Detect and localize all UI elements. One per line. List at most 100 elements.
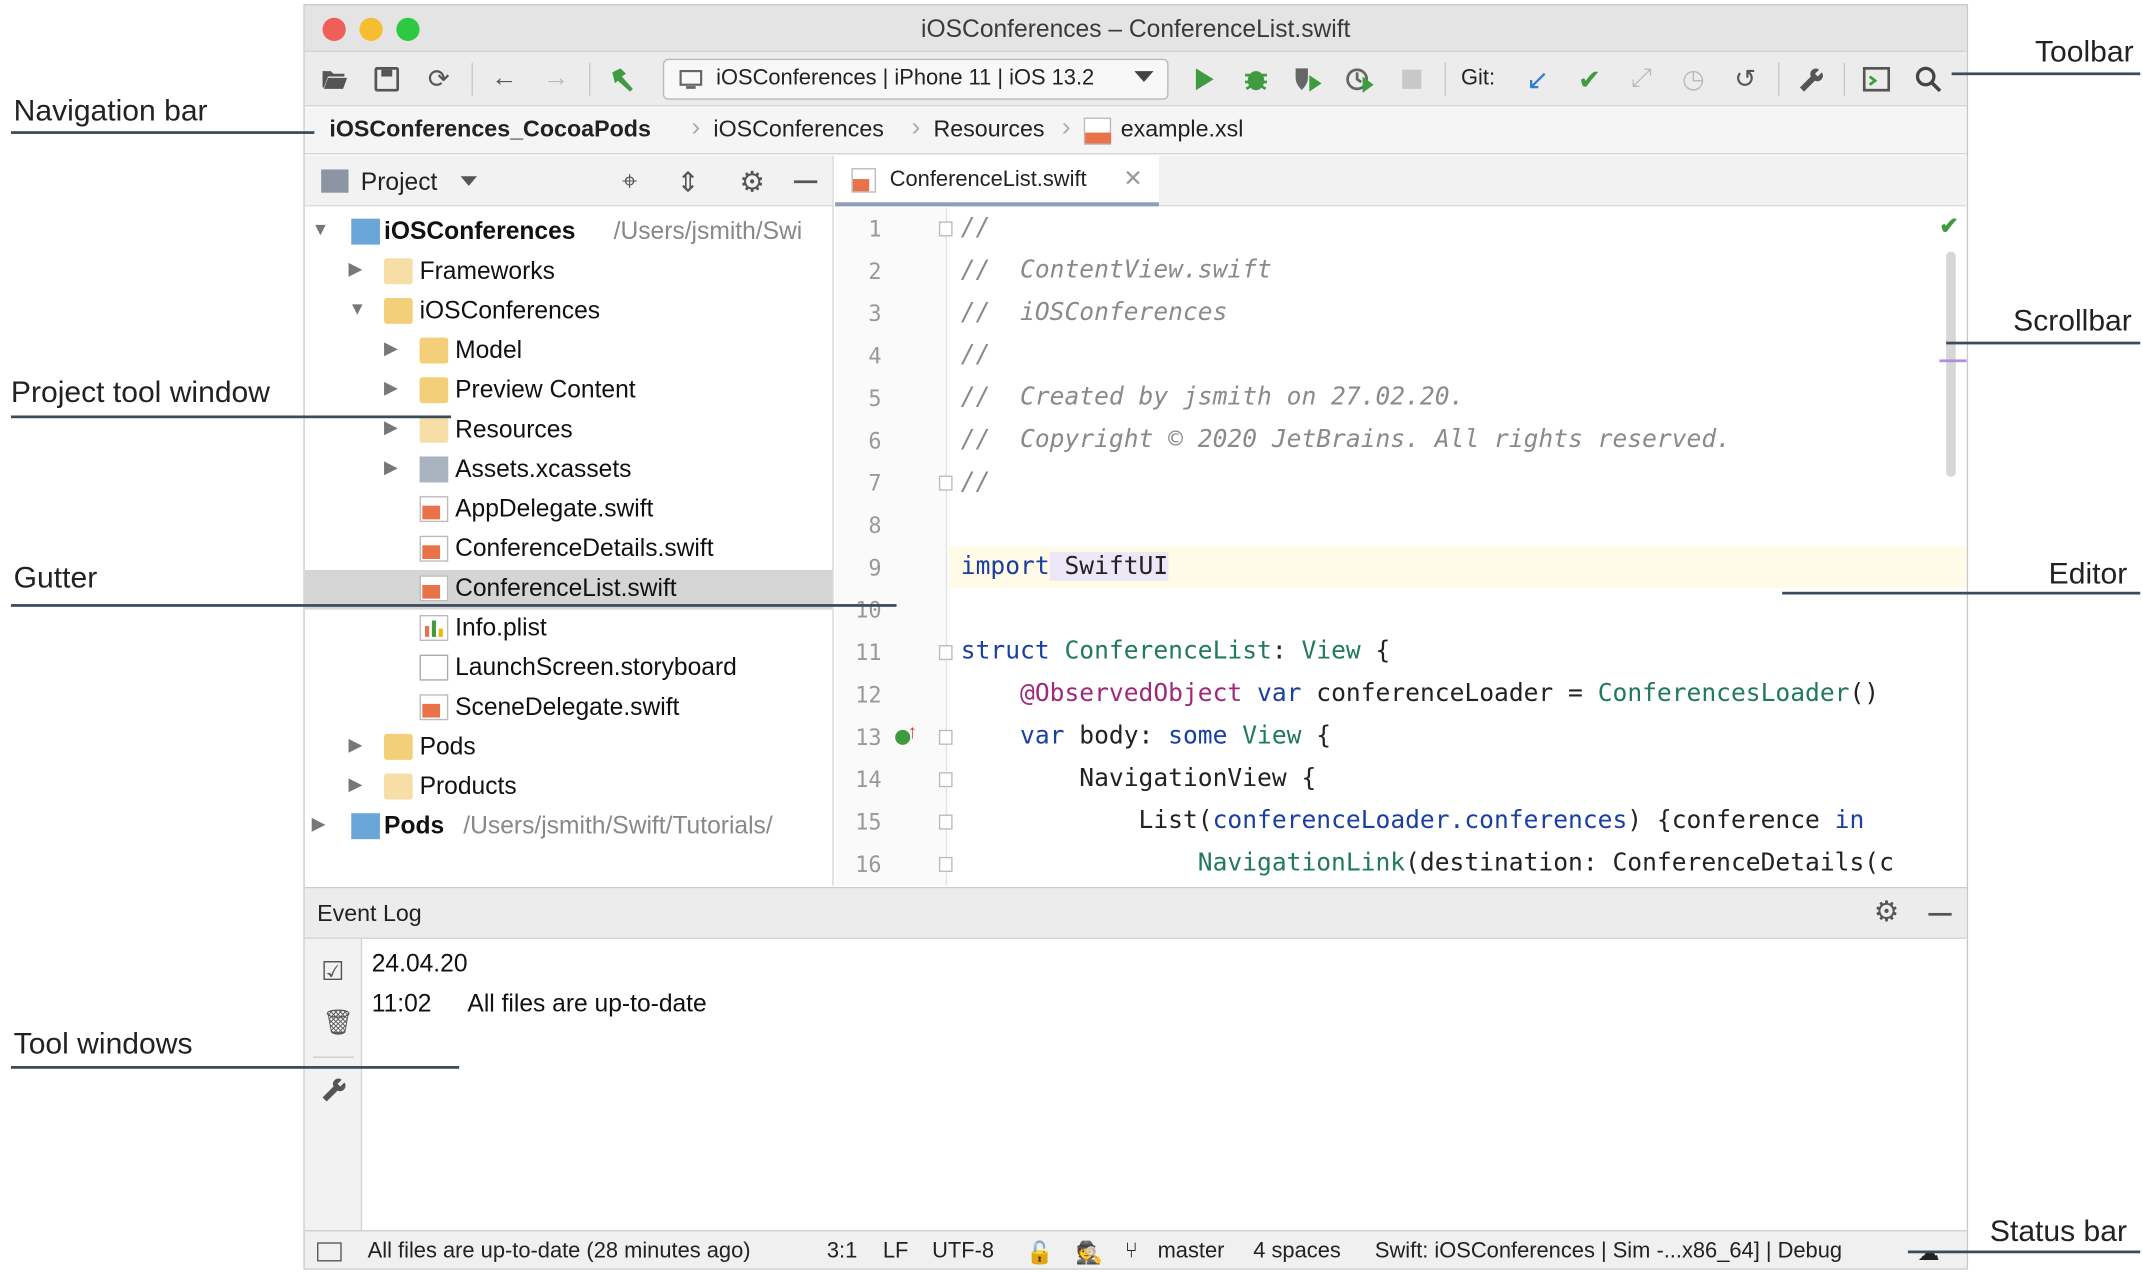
- fold-marker-icon[interactable]: [938, 814, 953, 830]
- code-line: NavigationView {: [960, 763, 1317, 793]
- navigation-bar: iOSConferences_CocoaPods › iOSConference…: [304, 107, 1967, 155]
- tree-item[interactable]: Info.plist: [305, 610, 833, 650]
- code-line: // ContentView.swift: [960, 255, 1272, 285]
- forward-icon[interactable]: →: [540, 63, 573, 96]
- debug-icon[interactable]: [1240, 63, 1273, 96]
- search-icon[interactable]: [1912, 63, 1945, 96]
- tree-item[interactable]: ▶ Model: [305, 332, 833, 372]
- folder-icon: [419, 416, 449, 443]
- line-number: 14: [855, 766, 882, 793]
- tree-item[interactable]: ▶ Pods: [305, 728, 833, 768]
- tree-item[interactable]: ConferenceDetails.swift: [305, 530, 833, 570]
- back-icon[interactable]: ←: [488, 63, 521, 96]
- status-message[interactable]: All files are up-to-date (28 minutes ago…: [368, 1240, 751, 1265]
- chevron-down-icon[interactable]: [460, 176, 477, 186]
- fold-marker-icon[interactable]: [938, 729, 953, 745]
- tree-item[interactable]: ▶ Assets.xcassets: [305, 451, 833, 491]
- terminal-icon[interactable]: [1860, 63, 1893, 96]
- inspection-ok-icon[interactable]: ✔: [1939, 213, 1958, 240]
- line-number: 7: [868, 470, 882, 497]
- tree-item[interactable]: ▶ Preview Content: [305, 372, 833, 412]
- screenshot-stage: iOSConferences – ConferenceList.swift ⟳ …: [0, 0, 2143, 1272]
- callout-line: [1946, 341, 2141, 345]
- event-log-tool-window: Event Log ⚙ ☑ 🗑 24.04.20 11:02 All files…: [304, 886, 1967, 1232]
- line-separator[interactable]: LF: [883, 1240, 909, 1265]
- gear-icon[interactable]: ⚙: [1874, 895, 1900, 929]
- profile-icon[interactable]: [1343, 63, 1376, 96]
- expanded-arrow-icon: ▼: [348, 297, 367, 319]
- tree-item[interactable]: LaunchScreen.storyboard: [305, 649, 833, 689]
- code-token: :: [1271, 636, 1302, 666]
- rollback-icon[interactable]: ↺: [1729, 63, 1762, 96]
- fold-marker-icon[interactable]: [938, 645, 953, 661]
- breadcrumb-file[interactable]: example.xsl: [1121, 116, 1244, 143]
- mark-read-icon[interactable]: ☑: [321, 957, 344, 988]
- file-encoding[interactable]: UTF-8: [932, 1240, 994, 1265]
- collapse-all-icon[interactable]: ⇕: [677, 165, 700, 199]
- open-folder-icon[interactable]: [318, 63, 351, 96]
- hide-icon[interactable]: [1928, 912, 1952, 916]
- event-date: 24.04.20: [371, 949, 468, 978]
- gear-icon[interactable]: ⚙: [739, 165, 765, 199]
- vertical-scrollbar[interactable]: [1946, 251, 1956, 477]
- tree-item[interactable]: ▼ iOSConferences /Users/jsmith/Swi: [305, 213, 833, 253]
- line-number: 5: [868, 385, 882, 412]
- git-branch-icon[interactable]: ⑂: [1125, 1240, 1138, 1265]
- tree-item[interactable]: ▼ iOSConferences: [305, 292, 833, 332]
- code-token: {: [1360, 636, 1391, 666]
- code-token: ) {conference: [1627, 806, 1835, 836]
- locate-icon[interactable]: ⌖: [622, 167, 637, 198]
- tree-item[interactable]: SceneDelegate.swift: [305, 689, 833, 729]
- sync-icon[interactable]: ⟳: [422, 63, 455, 96]
- git-commit-icon[interactable]: ✔: [1573, 63, 1606, 96]
- line-number: 11: [855, 639, 882, 666]
- run-configuration-selector[interactable]: iOSConferences | iPhone 11 | iOS 13.2: [662, 58, 1169, 100]
- breadcrumb-folder[interactable]: Resources: [933, 116, 1044, 143]
- event-log-title: Event Log: [317, 900, 422, 927]
- tree-item[interactable]: ▶ Pods /Users/jsmith/Swift/Tutorials/: [305, 808, 833, 848]
- code-line: // Created by jsmith on 27.02.20.: [960, 382, 1465, 412]
- project-view-label[interactable]: Project: [361, 168, 438, 197]
- coverage-icon[interactable]: [1292, 63, 1325, 96]
- build-hammer-icon[interactable]: [605, 63, 638, 96]
- indent-setting[interactable]: 4 spaces: [1253, 1240, 1341, 1265]
- override-arrow-icon[interactable]: ↑: [907, 720, 917, 742]
- tree-item-path: /Users/jsmith/Swi: [613, 217, 803, 245]
- fold-marker-icon[interactable]: [938, 856, 953, 872]
- toggle-tool-windows-icon[interactable]: [317, 1242, 342, 1262]
- callout-line: [1907, 1250, 2141, 1254]
- hide-icon[interactable]: [794, 180, 818, 184]
- breadcrumb-project[interactable]: iOSConferences_CocoaPods: [329, 116, 651, 143]
- tree-item-label: ConferenceList.swift: [455, 574, 677, 602]
- callout-gutter: Gutter: [13, 560, 98, 595]
- code-area[interactable]: // // ContentView.swift // iOSConference…: [961, 208, 1959, 886]
- lock-icon[interactable]: 🔓: [1026, 1240, 1053, 1267]
- run-context[interactable]: Swift: iOSConferences | Sim -...x86_64] …: [1375, 1240, 1842, 1265]
- trash-icon[interactable]: 🗑: [323, 1009, 354, 1038]
- close-tab-icon[interactable]: ✕: [1123, 165, 1142, 192]
- caret-position[interactable]: 3:1: [827, 1240, 857, 1265]
- fold-marker-icon[interactable]: [938, 772, 953, 788]
- breadcrumb-module[interactable]: iOSConferences: [713, 116, 883, 143]
- git-branch[interactable]: master: [1158, 1240, 1225, 1265]
- fold-marker-icon[interactable]: [938, 221, 953, 237]
- tree-item-label: Frameworks: [419, 256, 555, 285]
- save-icon[interactable]: [370, 63, 403, 96]
- git-merge-icon[interactable]: ⤢: [1625, 63, 1658, 96]
- tree-item[interactable]: ▶ Frameworks: [305, 253, 833, 293]
- settings-wrench-icon[interactable]: [1794, 63, 1827, 96]
- device-icon: [679, 69, 703, 89]
- git-update-icon[interactable]: ↙: [1521, 63, 1554, 96]
- tab-conferencelist[interactable]: ConferenceList.swift ✕: [835, 155, 1159, 207]
- tree-item-label: SceneDelegate.swift: [455, 692, 680, 721]
- scrollbar-marker: [1939, 359, 1967, 363]
- fold-marker-icon[interactable]: [938, 475, 953, 491]
- stop-icon[interactable]: [1395, 63, 1428, 96]
- history-icon[interactable]: ◷: [1677, 63, 1710, 96]
- tree-item[interactable]: AppDelegate.swift: [305, 491, 833, 531]
- inspector-icon[interactable]: 🕵: [1076, 1240, 1103, 1267]
- run-icon[interactable]: [1188, 63, 1221, 96]
- settings-wrench-icon[interactable]: [320, 1076, 347, 1110]
- toolbar: ⟳ ← → iOSConferences | iPhone 11 | iOS 1…: [304, 51, 1967, 107]
- tree-item[interactable]: ▶ Products: [305, 768, 833, 808]
